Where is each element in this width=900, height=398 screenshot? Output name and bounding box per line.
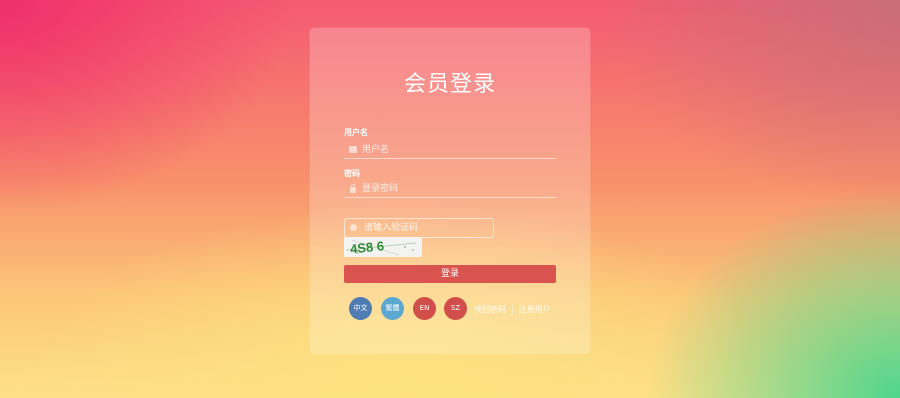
captcha-text: 4S8 6	[349, 238, 384, 256]
shield-icon	[350, 224, 357, 231]
page-title: 会员登录	[403, 72, 496, 97]
register-link[interactable]: 注册用户	[519, 304, 551, 315]
captcha-placeholder: 请输入验证码	[364, 223, 419, 233]
username-field[interactable]: 用户名	[344, 142, 556, 159]
account-links: 找回密码 | 注册用户	[474, 304, 551, 315]
captcha-image[interactable]: 4S8 6	[344, 237, 422, 257]
lang-button-en[interactable]: EN	[413, 297, 436, 320]
username-placeholder: 用户名	[362, 145, 390, 155]
lang-button-sz[interactable]: SZ	[444, 297, 467, 320]
captcha-graphic: 4S8 6	[345, 238, 417, 257]
page-background: 会员登录 用户名 用户名 密码 登录密码 请输入验证码 4S8 6 登录 中文 …	[0, 0, 900, 398]
username-label: 用户名	[344, 128, 368, 137]
user-icon	[349, 146, 357, 153]
password-label: 密码	[344, 169, 360, 178]
login-button[interactable]: 登录	[344, 265, 556, 283]
link-separator: |	[511, 305, 514, 314]
captcha-input[interactable]: 请输入验证码	[344, 218, 494, 238]
lock-icon	[350, 184, 356, 193]
login-card: 会员登录 用户名 用户名 密码 登录密码 请输入验证码 4S8 6 登录 中文 …	[310, 28, 590, 354]
lang-button-zh[interactable]: 中文	[349, 297, 372, 320]
forgot-password-link[interactable]: 找回密码	[474, 304, 506, 315]
password-field[interactable]: 登录密码	[344, 181, 556, 198]
password-placeholder: 登录密码	[362, 184, 399, 194]
lang-button-zh-hant[interactable]: 繁體	[381, 297, 404, 320]
